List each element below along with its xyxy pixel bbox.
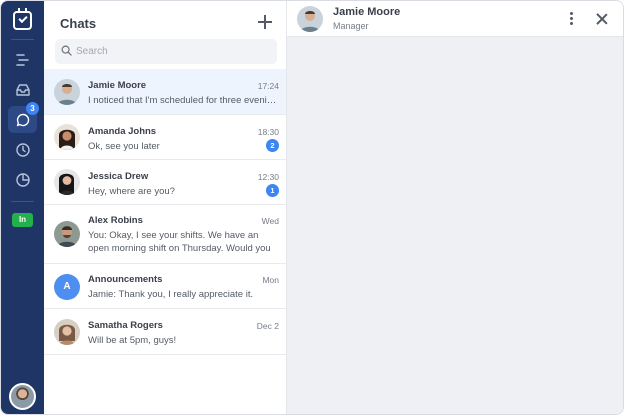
search-box[interactable] [55,39,277,64]
search-icon [61,45,72,56]
chats-panel: Chats Jamie Moore 17:24 I noticed that I… [44,1,287,414]
nav-inbox-button[interactable] [8,76,37,103]
chat-time: Wed [261,216,279,226]
more-options-icon[interactable] [568,11,574,27]
chat-item-samatha-rogers[interactable]: Samatha Rogers Dec 2 Will be at 5pm, guy… [44,309,286,355]
rail-divider [11,39,34,40]
avatar [54,221,80,247]
chat-unread-badge: 3 [26,102,39,115]
rail-divider [11,201,34,202]
avatar [54,169,80,195]
chat-time: Mon [262,275,279,285]
chat-preview: Ok, see you later [88,141,160,152]
nav-time-button[interactable] [8,136,37,163]
conversation-body [287,37,623,414]
nav-schedule-button[interactable] [8,46,37,73]
chat-name: Alex Robins [88,215,143,226]
chat-name: Jessica Drew [88,171,149,182]
chat-preview: You: Okay, I see your shifts. We have an… [88,230,271,254]
search-input[interactable] [76,39,271,64]
chat-name: Jamie Moore [88,80,147,91]
chats-title: Chats [60,16,97,31]
avatar [54,319,80,345]
user-avatar[interactable] [9,383,36,410]
conversation-panel: Jamie Moore Manager [287,1,623,414]
avatar [54,79,80,105]
chat-preview: I noticed that I'm scheduled for three e… [88,95,279,106]
chat-item-jessica-drew[interactable]: Jessica Drew 12:30 Hey, where are you? 1 [44,160,286,205]
unread-badge: 1 [266,184,279,197]
reports-icon [15,172,30,187]
chat-name: Samatha Rogers [88,320,163,331]
chat-list: Jamie Moore 17:24 I noticed that I'm sch… [44,69,286,355]
chat-time: 12:30 [257,172,279,182]
nav-reports-button[interactable] [8,166,37,193]
chat-preview: Hey, where are you? [88,186,175,197]
chat-preview: Jamie: Thank you, I really appreciate it… [88,289,254,300]
schedule-icon [15,53,29,66]
chat-item-alex-robins[interactable]: Alex Robins Wed You: Okay, I see your sh… [44,205,286,264]
avatar[interactable] [297,6,323,32]
chat-item-jamie-moore[interactable]: Jamie Moore 17:24 I noticed that I'm sch… [44,69,286,115]
contact-name: Jamie Moore [333,6,401,18]
chat-time: 17:24 [257,81,279,91]
avatar [54,124,80,150]
conversation-header: Jamie Moore Manager [287,1,623,37]
contact-role: Manager [333,21,369,31]
chat-preview: Will be at 5pm, guys! [88,335,177,346]
avatar: A [54,274,80,300]
chat-time: Dec 2 [256,321,279,331]
chat-name: Announcements [88,274,163,285]
chat-item-amanda-johns[interactable]: Amanda Johns 18:30 Ok, see you later 2 [44,115,286,160]
inbox-icon [15,83,30,96]
chat-time: 18:30 [257,127,279,137]
chat-item-announcements[interactable]: A Announcements Mon Jamie: Thank you, I … [44,264,286,309]
nav-chat-button[interactable]: 3 [8,102,39,133]
chat-name: Amanda Johns [88,126,157,137]
new-chat-plus-icon[interactable] [258,15,272,29]
close-icon[interactable] [596,13,608,25]
clock-in-status-button[interactable]: In [12,213,33,227]
calendar-check-icon[interactable] [13,8,32,30]
nav-rail: 3 In [1,1,44,414]
clock-icon [15,142,30,157]
app-window: 3 In Chats Search Jamie Moore 17:24 I no… [0,0,624,415]
unread-badge: 2 [266,139,279,152]
